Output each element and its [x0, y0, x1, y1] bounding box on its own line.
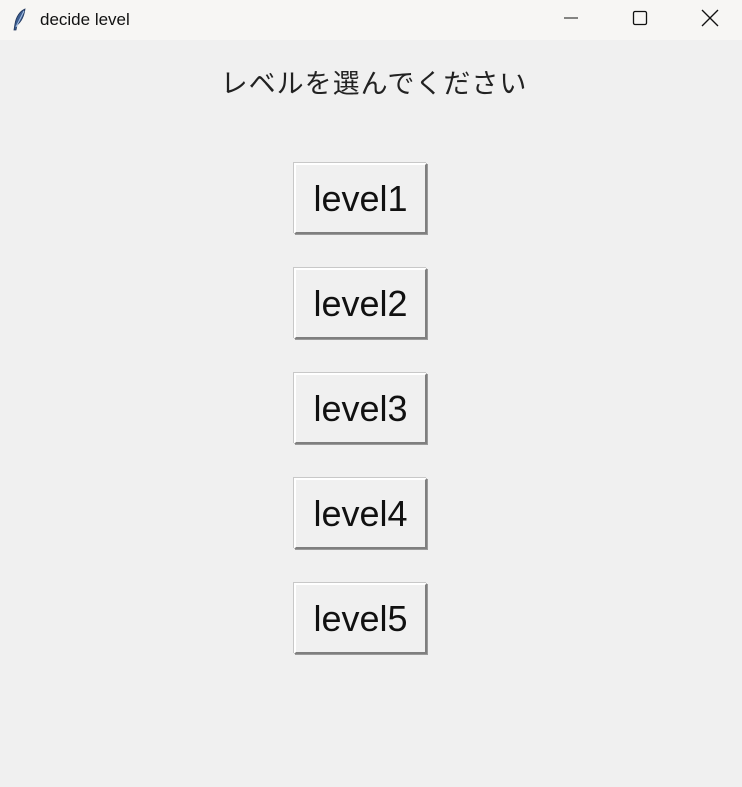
level1-button[interactable]: level1	[294, 163, 427, 234]
app-window: decide level レベルを選んでください level1 level2 l…	[0, 0, 742, 787]
feather-icon	[10, 8, 30, 32]
page-heading: レベルを選んでください	[220, 69, 528, 100]
close-button[interactable]	[687, 0, 733, 40]
main-content: レベルを選んでください level1 level2 level3 level4 …	[0, 40, 742, 787]
maximize-button[interactable]	[617, 0, 663, 40]
close-icon	[701, 9, 719, 31]
level4-button[interactable]: level4	[294, 478, 427, 549]
level2-button[interactable]: level2	[294, 268, 427, 339]
level3-button[interactable]: level3	[294, 373, 427, 444]
level5-button[interactable]: level5	[294, 583, 427, 654]
minimize-icon	[563, 10, 579, 30]
maximize-icon	[632, 10, 648, 30]
title-bar[interactable]: decide level	[0, 0, 742, 40]
minimize-button[interactable]	[548, 0, 594, 40]
window-title: decide level	[40, 10, 130, 29]
